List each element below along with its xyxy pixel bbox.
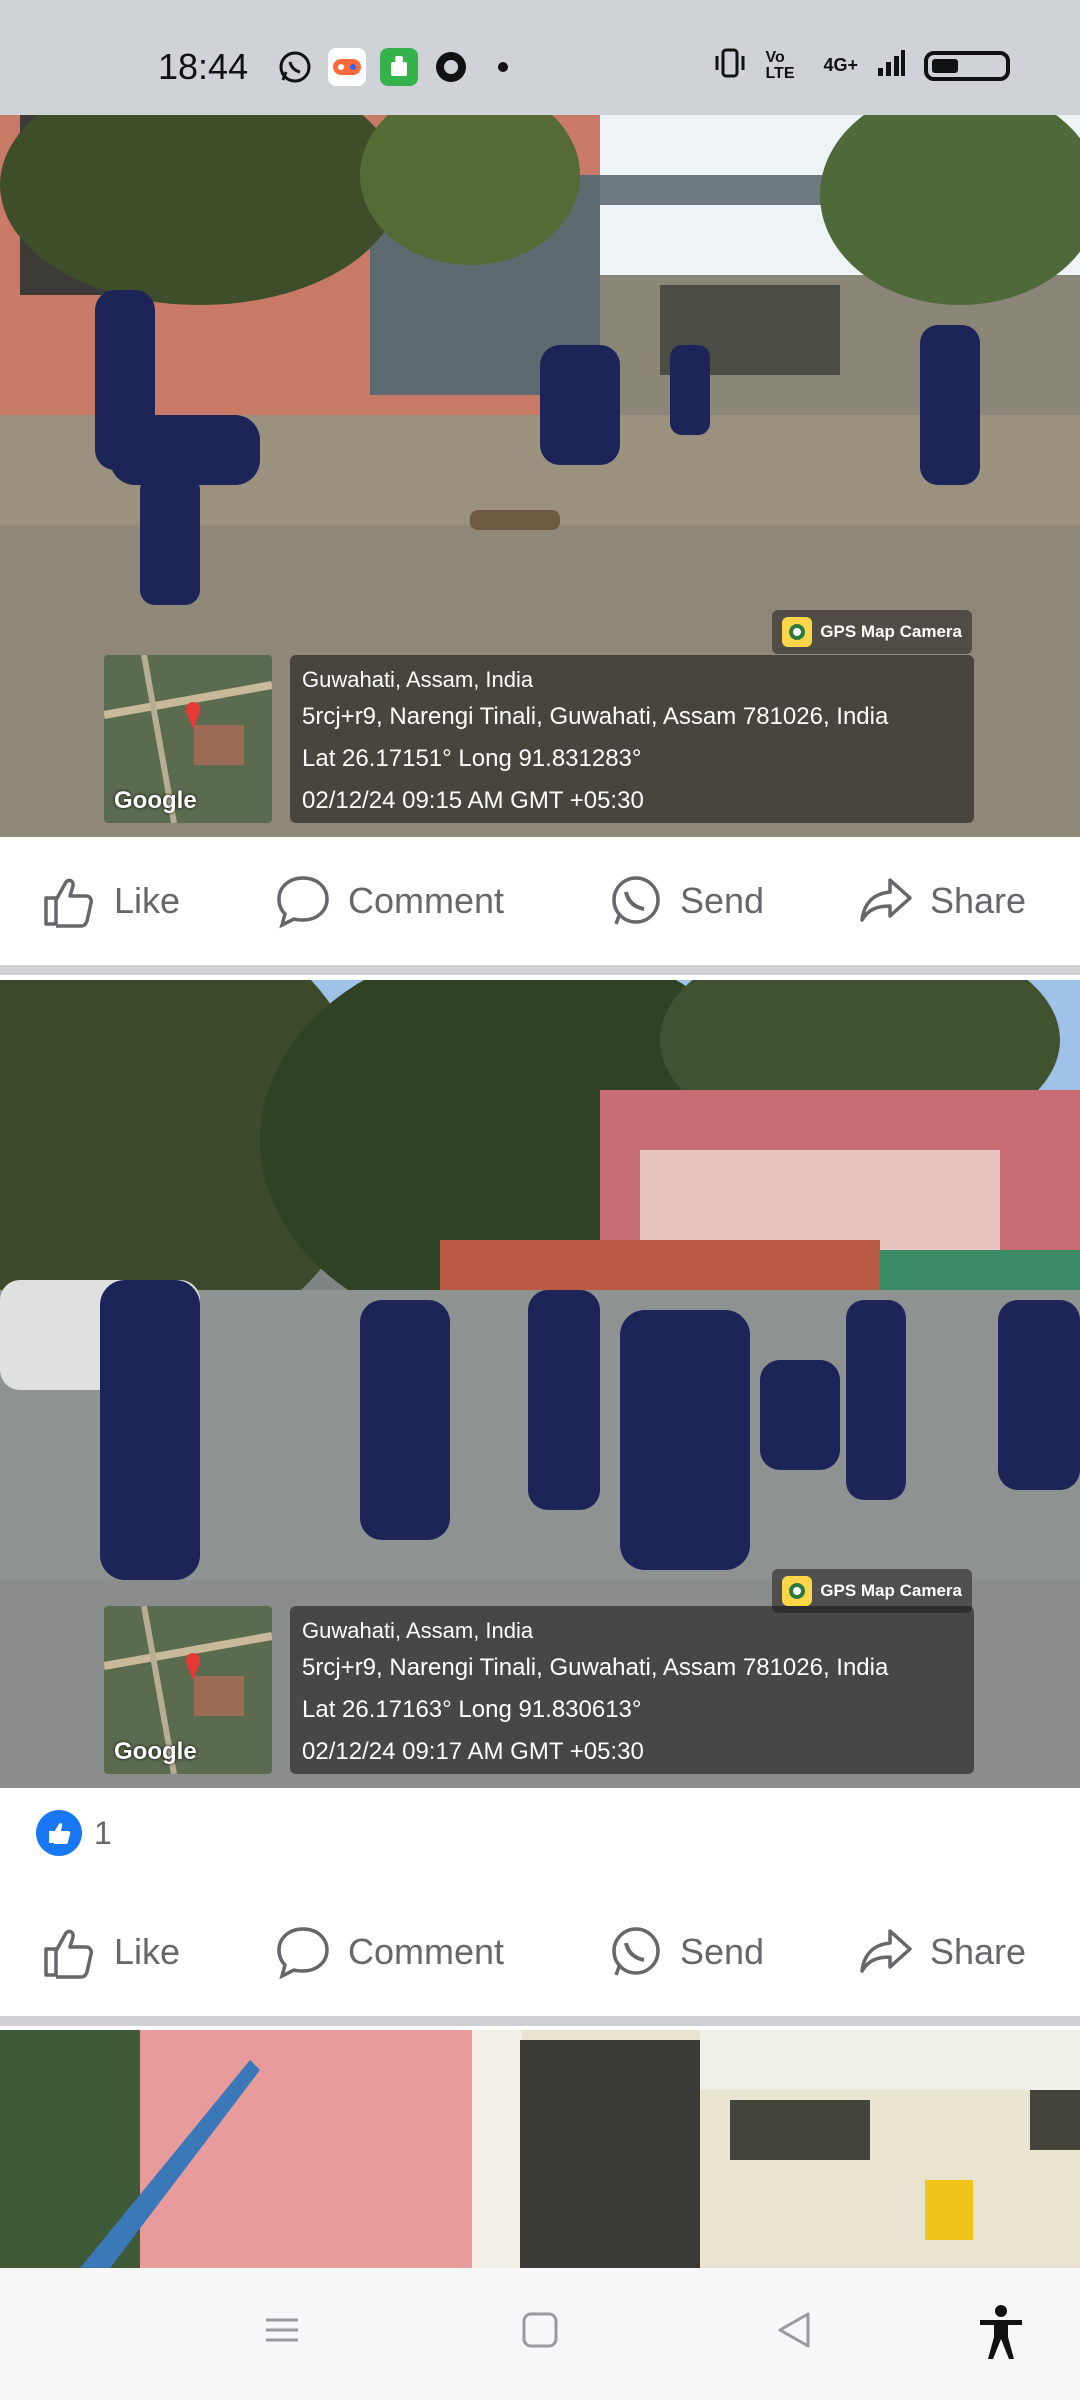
whatsapp-send-icon [612,876,660,925]
post-photo-2[interactable]: GPS Map Camera Google Guwahati, Assam, I… [0,980,1080,1788]
whatsapp-send-icon [612,1927,660,1976]
share-button[interactable]: Share [856,872,1026,930]
gps-location: Guwahati, Assam, India [302,1618,534,1643]
gps-address: 5rcj+r9, Narengi Tinali, Guwahati, Assam… [302,703,889,730]
network-label: 4G+ [823,55,858,75]
post-actions-2: Like Comment Send Share [0,1888,1080,2016]
photo-scene [0,2030,1080,2268]
thumbs-up-icon [44,1929,93,1979]
comment-label: Comment [348,880,505,921]
gps-coords: Lat 26.17151° Long 91.831283° [302,745,642,772]
navigation-bar [0,2268,1080,2400]
gps-info-box: Guwahati, Assam, India 5rcj+r9, Narengi … [290,655,974,823]
post-divider [0,2016,1080,2026]
gps-coords: Lat 26.17163° Long 91.830613° [302,1696,642,1723]
share-label: Share [930,1931,1027,1972]
volte-label: Vo LTE [765,48,795,82]
thumbs-up-icon [44,878,93,928]
google-label: Google [114,1738,197,1765]
send-button[interactable]: Send [606,872,764,930]
back-button[interactable] [774,2310,814,2355]
map-thumbnail: Google [104,1606,272,1774]
reaction-count: 1 [94,1814,112,1851]
comment-icon [277,1927,329,1980]
game-icon [328,48,366,86]
gps-badge-label: GPS Map Camera [820,1581,962,1600]
comment-button[interactable]: Comment [274,872,504,930]
share-icon [860,878,912,922]
comment-label: Comment [348,1931,505,1972]
share-button[interactable]: Share [856,1923,1026,1981]
notification-icons [276,48,522,86]
gps-badge-label: GPS Map Camera [820,622,962,641]
accessibility-button[interactable] [976,2304,1026,2365]
like-button[interactable]: Like [40,872,180,930]
comment-icon [277,876,329,929]
gps-location: Guwahati, Assam, India [302,667,534,692]
home-icon [522,2312,558,2348]
vpn-icon [432,48,470,86]
post-photo-3[interactable] [0,2030,1080,2268]
send-button[interactable]: Send [606,1923,764,1981]
home-button[interactable] [520,2310,560,2355]
share-icon [860,1929,912,1973]
gps-datetime: 02/12/24 09:17 AM GMT +05:30 [302,1738,644,1765]
menu-icon [266,2318,298,2342]
like-reaction-icon [36,1810,82,1856]
status-time: 18:44 [158,46,249,87]
status-bar: 18:44 Vo LTE 4G+ [0,0,1080,115]
menu-button[interactable] [262,2310,302,2355]
map-thumbnail: Google [104,655,272,823]
send-label: Send [680,880,765,921]
like-label: Like [114,1931,181,1972]
comment-button[interactable]: Comment [274,1923,504,1981]
share-label: Share [930,880,1027,921]
gps-camera-icon [782,617,813,647]
battery-icon [924,50,1010,81]
post-actions-1: Like Comment Send Share [0,837,1080,965]
back-icon [778,2312,810,2348]
system-indicators: Vo LTE 4G+ [713,48,1010,83]
like-button[interactable]: Like [40,1923,180,1981]
send-label: Send [680,1931,765,1972]
gps-info-box: Guwahati, Assam, India 5rcj+r9, Narengi … [290,1606,974,1774]
like-label: Like [114,880,181,921]
signal-icon [876,48,906,83]
gps-datetime: 02/12/24 09:15 AM GMT +05:30 [302,787,644,814]
gps-camera-badge: GPS Map Camera [772,610,972,654]
android-app-icon [380,48,418,86]
accessibility-icon [980,2305,1022,2359]
gps-camera-icon [782,1576,813,1606]
dot-icon [484,48,522,86]
vibrate-icon [713,48,747,83]
post-divider [0,965,1080,975]
reactions-summary[interactable]: 1 [36,1810,112,1856]
gps-address: 5rcj+r9, Narengi Tinali, Guwahati, Assam… [302,1654,889,1681]
google-label: Google [114,787,197,814]
whatsapp-icon [276,48,314,86]
post-photo-1[interactable]: GPS Map Camera Google Guwahati, Assam, I… [0,115,1080,837]
